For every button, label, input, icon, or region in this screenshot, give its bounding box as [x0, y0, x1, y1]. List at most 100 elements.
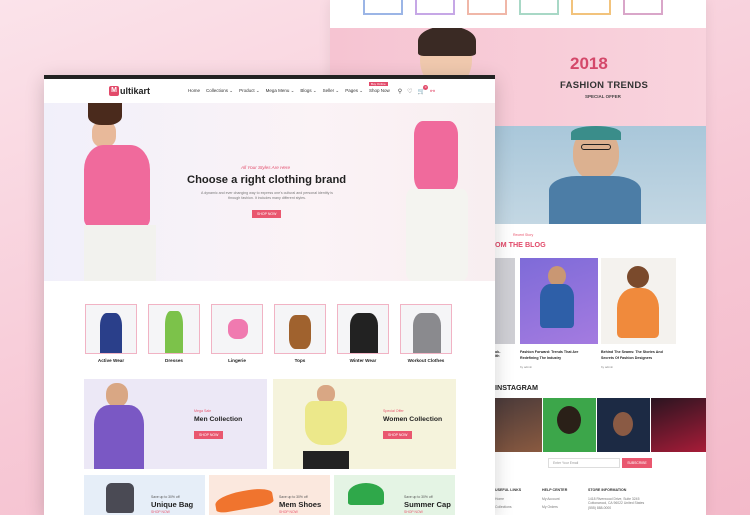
hero-model-right-image: [406, 189, 468, 281]
trends-title: FASHION TRENDS: [560, 80, 649, 91]
banner-kicker: Special Offer: [383, 409, 404, 413]
category-image: [211, 304, 263, 354]
footer-link[interactable]: My Orders: [542, 505, 558, 509]
frame-decoration: [571, 0, 611, 15]
category-label: Tops: [294, 358, 306, 363]
footer-col-title: USEFUL LINKS: [495, 488, 522, 492]
category-label: Dresses: [165, 358, 183, 363]
banner-shop-now-button[interactable]: SHOP NOW: [194, 431, 224, 439]
footer-col-title: STORE INFORMATION: [588, 488, 627, 492]
hero-model-left-image: [84, 145, 150, 227]
frame-decoration: [519, 0, 559, 15]
heart-icon[interactable]: ♡: [407, 88, 412, 95]
banner-title: Mem Shoes: [279, 500, 322, 509]
banner-kicker: Mega Sale: [194, 409, 212, 413]
hero-slider: All Your Styles Are Here Choose a right …: [44, 103, 495, 281]
nav-item-seller[interactable]: Seller ⌄: [323, 88, 340, 94]
nav-item-blogs[interactable]: Blogs ⌄: [300, 88, 316, 94]
women-collection-banner[interactable]: Special Offer Women Collection SHOP NOW: [273, 379, 456, 469]
category-image: [400, 304, 452, 354]
blog-kicker: Recent Story: [513, 233, 534, 237]
nav-item-shop-now[interactable]: Buy Online Shop Now: [368, 82, 390, 94]
banner-shop-now-button[interactable]: SHOP NOW: [383, 431, 413, 439]
nav-item-product[interactable]: Product ⌄: [239, 88, 260, 94]
hero-model-right-image: [414, 121, 458, 191]
banner-title: Men Collection: [194, 416, 243, 423]
shop-now-badge: Buy Online: [368, 82, 388, 86]
user-icon[interactable]: ⚯: [430, 88, 435, 95]
footer-link[interactable]: Home: [495, 497, 504, 501]
category-label: Workout Clothes: [407, 358, 445, 363]
frame-decoration: [467, 0, 507, 15]
category-card[interactable]: Active Wear: [85, 304, 137, 363]
store-phone: (555) 888-0000: [588, 506, 612, 510]
category-image: [274, 304, 326, 354]
banner-title: Unique Bag: [151, 500, 194, 509]
banner-title: Women Collection: [383, 416, 443, 423]
blog-post-image[interactable]: [495, 258, 515, 344]
model-hair-image: [418, 28, 476, 56]
nav-item-mega-menu[interactable]: Mega Menu ⌄: [266, 88, 295, 94]
banner-kicker: Save up to 30% off: [279, 495, 308, 499]
banner-kicker: Save up to 30% off: [151, 495, 180, 499]
banner-kicker: Save up to 30% off: [404, 495, 433, 499]
blog-post-meta: by admin: [601, 365, 614, 369]
category-label: Lingerie: [228, 358, 246, 363]
home-page-preview: M ultikart Home Collections ⌄ Product ⌄ …: [44, 75, 495, 515]
banner-shop-now-link[interactable]: SHOP NOW: [404, 510, 423, 514]
blog-post-image[interactable]: [601, 258, 676, 344]
instagram-title: INSTAGRAM: [495, 383, 538, 392]
category-image: [337, 304, 389, 354]
banner-shop-now-link[interactable]: SHOP NOW: [151, 510, 170, 514]
category-label: Winter Wear: [349, 358, 377, 363]
blog-post-title[interactable]: Behind The Seams: The Stories And Secrets…: [601, 350, 679, 361]
footer-link[interactable]: My Account: [542, 497, 560, 501]
category-card[interactable]: Tops: [274, 304, 326, 363]
hero-shop-now-button[interactable]: SHOP NOW: [252, 210, 282, 218]
category-label: Active Wear: [97, 358, 125, 363]
trends-year: 2018: [570, 54, 608, 73]
blog-post-image[interactable]: [520, 258, 598, 344]
cart-count-badge: 0: [423, 84, 429, 90]
footer-col-title: HELP CENTER: [542, 488, 568, 492]
main-navbar: M ultikart Home Collections ⌄ Product ⌄ …: [44, 79, 495, 103]
category-card[interactable]: Winter Wear: [337, 304, 389, 363]
unique-bag-banner[interactable]: Save up to 30% off Unique Bag SHOP NOW: [84, 475, 205, 515]
trends-subtitle: SPECIAL OFFER: [585, 94, 621, 99]
frame-decoration: [623, 0, 663, 15]
nav-item-collections[interactable]: Collections ⌄: [206, 88, 233, 94]
banner-title: Summer Cap: [404, 500, 451, 509]
cart-icon[interactable]: 🛒 0: [418, 84, 429, 95]
category-card[interactable]: Dresses: [148, 304, 200, 363]
nav-item-pages[interactable]: Pages ⌄: [345, 88, 363, 94]
hero-model-left-image: [88, 103, 122, 125]
instagram-image[interactable]: [543, 398, 596, 452]
category-card[interactable]: Lingerie: [211, 304, 263, 363]
store-address: 1418 Riverwood Drive, Suite 3245 Cottonw…: [588, 497, 645, 505]
instagram-image[interactable]: [597, 398, 650, 452]
hero-title: Choose a right clothing brand: [187, 174, 347, 186]
nav-icons: ⚲ ♡ 🛒 0 ⚯: [398, 84, 435, 95]
category-card[interactable]: Workout Clothes: [400, 304, 452, 363]
mem-shoes-banner[interactable]: Save up to 30% off Mem Shoes SHOP NOW: [209, 475, 330, 515]
banner-shop-now-link[interactable]: SHOP NOW: [279, 510, 298, 514]
blog-post-title[interactable]: Fashion Forward: Trends That Are Redefini…: [520, 350, 598, 361]
blog-post-title[interactable]: ok-ith: [495, 350, 515, 358]
logo-mark: M: [109, 86, 119, 96]
hero-model-left-image: [84, 225, 156, 281]
frame-decoration: [363, 0, 403, 15]
newsletter-email-input[interactable]: Enter Your Email: [548, 458, 620, 468]
instagram-image[interactable]: [651, 398, 706, 452]
instagram-image[interactable]: [495, 398, 542, 452]
subscribe-button[interactable]: SUBSCRIBE: [622, 458, 652, 468]
footer-link[interactable]: Collections: [495, 505, 512, 509]
search-icon[interactable]: ⚲: [398, 88, 402, 95]
category-image: [85, 304, 137, 354]
hero-tagline: All Your Styles Are Here: [241, 165, 291, 170]
summer-cap-banner[interactable]: Save up to 30% off Summer Cap SHOP NOW: [334, 475, 455, 515]
frame-decoration: [415, 0, 455, 15]
nav-item-home[interactable]: Home: [188, 88, 200, 94]
brand-logo[interactable]: M ultikart: [109, 86, 150, 96]
men-collection-banner[interactable]: Mega Sale Men Collection SHOP NOW: [84, 379, 267, 469]
blog-post-meta: by admin: [520, 365, 533, 369]
